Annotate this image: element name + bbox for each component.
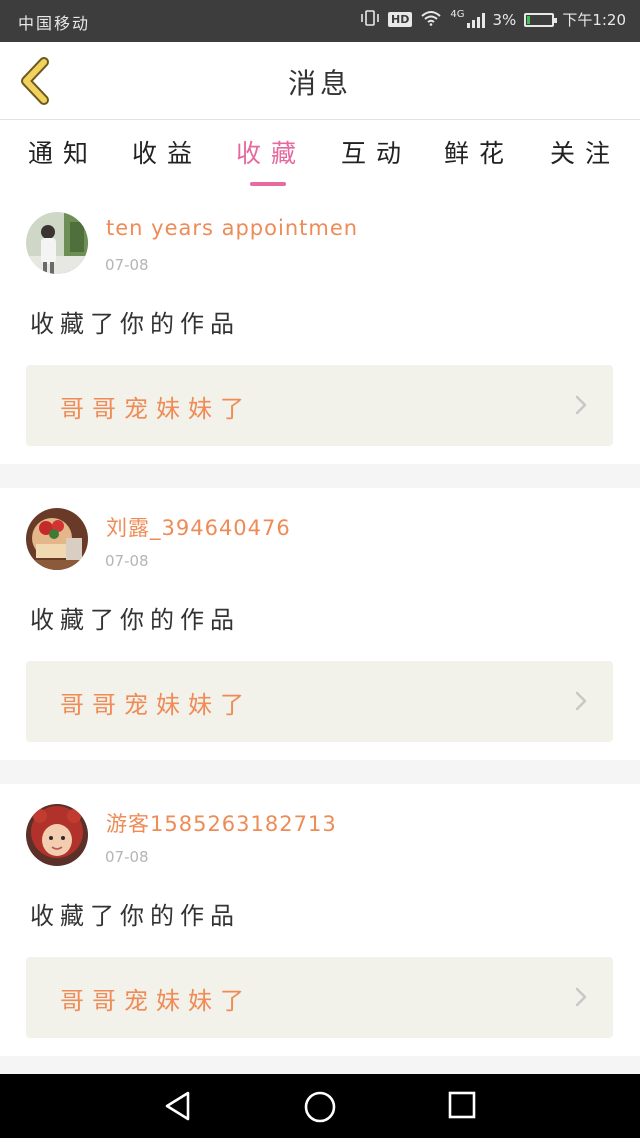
nav-home-button[interactable] bbox=[303, 1090, 337, 1128]
battery-percent: 3% bbox=[492, 10, 517, 29]
chevron-right-icon bbox=[575, 987, 587, 1007]
notification-card: 刘露_394640476 07-08 收藏了你的作品 哥哥宠妹妹了 bbox=[0, 488, 640, 760]
username[interactable]: 游客1585263182713 bbox=[106, 808, 337, 838]
wifi-icon bbox=[420, 10, 442, 30]
work-link[interactable]: 哥哥宠妹妹了 bbox=[26, 661, 613, 742]
tab-favorites[interactable]: 收藏 bbox=[226, 134, 316, 170]
header-bar: 消息 bbox=[0, 42, 640, 120]
vibrate-icon bbox=[360, 9, 380, 30]
tab-bar: 通知 收益 收藏 互动 鲜花 关注 bbox=[0, 120, 640, 192]
clock: 下午1:20 bbox=[562, 11, 626, 29]
nav-recent-button[interactable] bbox=[447, 1090, 477, 1124]
nav-back-button[interactable] bbox=[162, 1090, 194, 1126]
avatar[interactable] bbox=[26, 804, 88, 866]
page-title: 消息 bbox=[287, 67, 352, 100]
tab-notifications[interactable]: 通知 bbox=[18, 134, 108, 170]
timestamp: 07-08 bbox=[105, 256, 149, 274]
system-nav-bar bbox=[0, 1074, 640, 1138]
work-title: 哥哥宠妹妹了 bbox=[60, 691, 252, 719]
status-icons: HD 4G 3% 下午1:20 bbox=[360, 9, 626, 30]
square-recent-icon bbox=[448, 1091, 476, 1119]
tab-earnings[interactable]: 收益 bbox=[122, 134, 212, 170]
timestamp: 07-08 bbox=[105, 552, 149, 570]
action-text: 收藏了你的作品 bbox=[30, 310, 240, 338]
work-link[interactable]: 哥哥宠妹妹了 bbox=[26, 365, 613, 446]
work-title: 哥哥宠妹妹了 bbox=[60, 395, 252, 423]
notification-card: 游客1585263182713 07-08 收藏了你的作品 哥哥宠妹妹了 bbox=[0, 784, 640, 1056]
hd-badge: HD bbox=[388, 12, 413, 27]
avatar[interactable] bbox=[26, 212, 88, 274]
circle-home-icon bbox=[304, 1091, 336, 1123]
tab-following[interactable]: 关注 bbox=[540, 134, 630, 170]
timestamp: 07-08 bbox=[105, 848, 149, 866]
action-text: 收藏了你的作品 bbox=[30, 606, 240, 634]
carrier-name: 中国移动 bbox=[18, 14, 91, 33]
network-type: 4G bbox=[450, 9, 465, 20]
notification-card: ten years appointmen 07-08 收藏了你的作品 哥哥宠妹妹… bbox=[0, 192, 640, 464]
work-link[interactable]: 哥哥宠妹妹了 bbox=[26, 957, 613, 1038]
chevron-right-icon bbox=[575, 691, 587, 711]
active-tab-indicator bbox=[250, 182, 286, 186]
triangle-back-icon bbox=[165, 1091, 190, 1121]
work-title: 哥哥宠妹妹了 bbox=[60, 987, 252, 1015]
username[interactable]: 刘露_394640476 bbox=[106, 512, 291, 542]
signal-icon bbox=[466, 12, 485, 28]
action-text: 收藏了你的作品 bbox=[30, 902, 240, 930]
tab-interactions[interactable]: 互动 bbox=[331, 134, 421, 170]
battery-icon bbox=[524, 12, 558, 27]
chevron-right-icon bbox=[575, 395, 587, 415]
username[interactable]: ten years appointmen bbox=[106, 216, 358, 240]
status-bar: 中国移动 HD 4G 3% 下午1:20 bbox=[0, 0, 640, 42]
avatar[interactable] bbox=[26, 508, 88, 570]
tab-flowers[interactable]: 鲜花 bbox=[434, 134, 524, 170]
